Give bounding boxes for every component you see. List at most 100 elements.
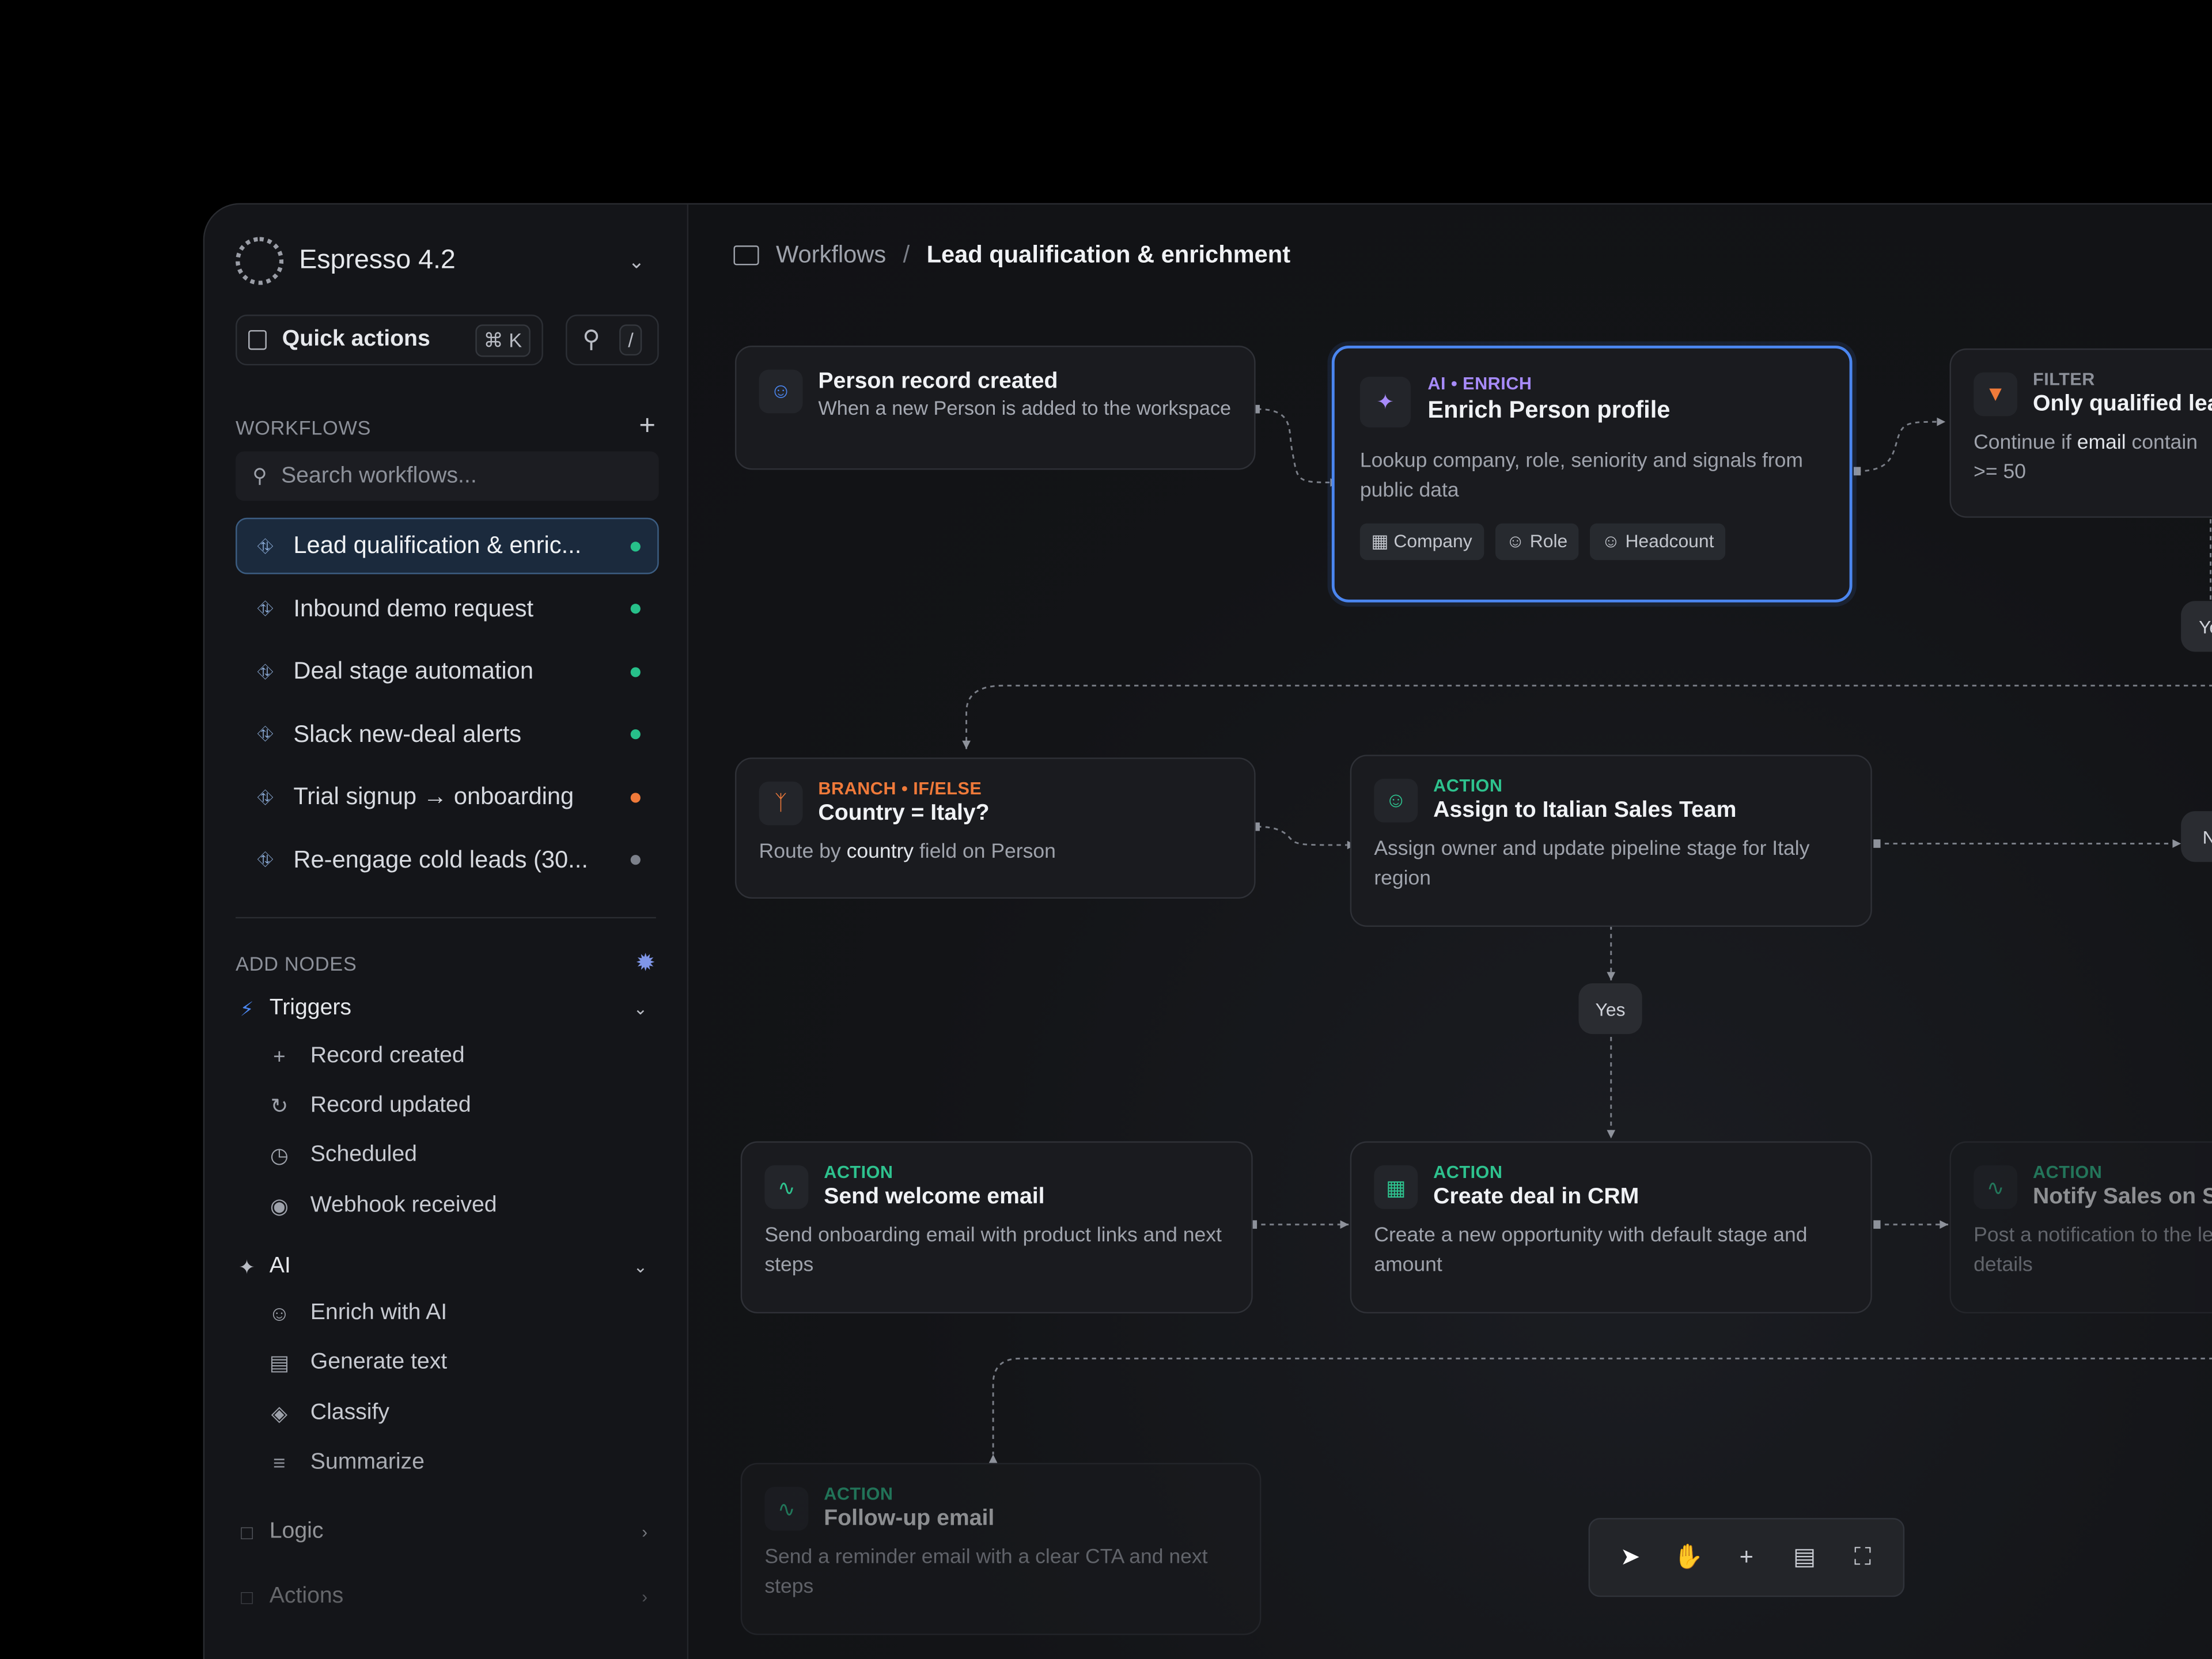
node-tag: ACTION — [2033, 1162, 2103, 1183]
node-option-label: Webhook received — [310, 1193, 497, 1218]
handle-dot — [1853, 467, 1861, 476]
chip-company[interactable]: ▦ Company — [1359, 523, 1484, 560]
node-followup-email[interactable]: ∿ ACTION Follow-up email Send a reminder… — [740, 1463, 1262, 1635]
clock-icon: ◷ — [270, 1144, 289, 1168]
node-title: Enrich Person profile — [1427, 396, 1671, 423]
workflows-title: WORKFLOWS — [235, 415, 372, 438]
node-title: Follow-up email — [824, 1506, 995, 1531]
node-description: Create a new opportunity with default st… — [1374, 1224, 1808, 1277]
status-dot — [630, 729, 641, 740]
node-tag: ACTION — [1433, 775, 1503, 796]
workflow-search-input[interactable]: ⚲ Search workflows... — [235, 451, 659, 501]
group-triggers[interactable]: ⚡ Triggers ⌄ — [236, 996, 656, 1021]
node-tag: AI • ENRICH — [1427, 373, 1532, 394]
search-shortcut: / — [619, 324, 642, 356]
status-dot — [630, 666, 641, 677]
plus-icon[interactable]: + — [1722, 1533, 1770, 1581]
node-option[interactable]: ◈ Classify — [267, 1401, 389, 1426]
chevron-down-icon[interactable]: ⌄ — [633, 999, 656, 1018]
search-button[interactable]: ⚲ / — [566, 315, 659, 366]
sparkles-icon: ✦ — [1359, 376, 1411, 428]
edge-crm-followup — [992, 1357, 2212, 1455]
workflow-label: Lead qualification & enric... — [293, 532, 582, 559]
chevron-right-icon[interactable]: › — [642, 1587, 656, 1607]
workspace-switcher[interactable]: Espresso 4.2 ⌄ — [235, 236, 656, 286]
gear-icon[interactable]: ✹ — [635, 949, 656, 978]
node-enrich[interactable]: ✦ AI • ENRICH Enrich Person profile Look… — [1331, 346, 1853, 603]
tag-icon: ◈ — [271, 1402, 288, 1426]
app-window: Espresso 4.2 ⌄ Quick actions ⌘ K ⚲ / WOR… — [203, 203, 2212, 1659]
workflow-canvas[interactable]: Workflows / Lead qualification & enrichm… — [688, 204, 2212, 1659]
workflow-item[interactable]: ⛗ Trial signup → onboarding — [236, 769, 659, 825]
quick-actions-button[interactable]: Quick actions ⌘ K — [235, 315, 543, 366]
node-option[interactable]: ◉ Webhook received — [267, 1194, 497, 1219]
arrowhead — [2172, 839, 2181, 848]
node-description: Send onboarding email with product links… — [764, 1224, 1222, 1277]
node-option[interactable]: ☺ Enrich with AI — [267, 1301, 447, 1326]
workflow-item[interactable]: ⛗ Inbound demo request — [236, 581, 659, 637]
group-actions[interactable]: □ Actions › — [236, 1584, 656, 1609]
workspace-logo — [235, 237, 284, 285]
node-branch[interactable]: ᛉ BRANCH • IF/ELSE Country = Italy? Rout… — [734, 757, 1256, 899]
desc-part: Continue if — [1974, 431, 2071, 454]
node-notify[interactable]: ∿ ACTION Notify Sales on S Post a notifi… — [1949, 1141, 2212, 1314]
edge-branch-assign — [1257, 825, 1347, 846]
node-description: When a new Person is added to the worksp… — [818, 396, 1232, 419]
node-option-label: Classify — [310, 1400, 389, 1425]
sidebar-divider — [235, 916, 656, 919]
node-option[interactable]: ▤ Generate text — [267, 1350, 448, 1376]
node-title: Create deal in CRM — [1433, 1185, 1639, 1209]
workflow-item[interactable]: ⛗ Deal stage automation — [236, 643, 659, 700]
add-workflow-icon[interactable]: + — [639, 411, 656, 443]
node-tag: ACTION — [1433, 1162, 1503, 1183]
fullscreen-icon[interactable]: ⛶ — [1839, 1533, 1887, 1581]
chevron-down-icon[interactable]: ⌄ — [633, 1257, 656, 1277]
plus-icon: + — [273, 1044, 286, 1069]
bolt-icon: ⚡ — [240, 997, 254, 1020]
node-option[interactable]: ≡ Summarize — [267, 1450, 425, 1476]
cursor-icon[interactable]: ➤ — [1606, 1533, 1654, 1581]
node-option[interactable]: ↻ Record updated — [267, 1093, 471, 1119]
workspace-name: Espresso 4.2 — [299, 245, 456, 275]
edge-label-no: N — [2181, 811, 2212, 862]
node-option[interactable]: + Record created — [267, 1044, 465, 1069]
edge-label-text: Ye — [2199, 615, 2212, 637]
node-tag: BRANCH • IF/ELSE — [818, 778, 982, 799]
arrowhead — [1607, 972, 1616, 981]
desc-part: field on Person — [919, 840, 1056, 863]
workflow-item[interactable]: ⛗ Slack new-deal alerts — [236, 706, 659, 763]
document-icon[interactable]: ▤ — [1781, 1533, 1828, 1581]
flow-icon: ∿ — [764, 1165, 809, 1209]
node-assign[interactable]: ☺ ACTION Assign to Italian Sales Team As… — [1350, 755, 1872, 927]
sidebar: Espresso 4.2 ⌄ Quick actions ⌘ K ⚲ / WOR… — [204, 204, 689, 1659]
arrowhead — [962, 740, 971, 749]
workflow-label: Inbound demo request — [293, 594, 534, 622]
node-filter[interactable]: ▼ FILTER Only qualified lea Continue if … — [1949, 348, 2212, 518]
handle-dot — [1873, 1220, 1881, 1229]
node-option[interactable]: ◷ Scheduled — [267, 1143, 417, 1168]
status-dot — [630, 792, 641, 802]
edge-label-yes: Ye — [2181, 601, 2212, 652]
chip-label: Headcount — [1625, 530, 1714, 552]
group-ai[interactable]: ✦ AI ⌄ — [236, 1254, 656, 1279]
group-logic[interactable]: □ Logic › — [236, 1520, 656, 1545]
workflow-item[interactable]: ⛗ Re-engage cold leads (30... — [236, 832, 659, 888]
chip-role[interactable]: ☺ Role — [1494, 523, 1579, 560]
chevron-down-icon[interactable]: ⌄ — [628, 249, 656, 273]
node-crm[interactable]: ▦ ACTION Create deal in CRM Create a new… — [1350, 1141, 1872, 1314]
book-icon — [248, 330, 267, 350]
node-description: Assign owner and update pipeline stage f… — [1374, 838, 1810, 891]
node-welcome-email[interactable]: ∿ ACTION Send welcome email Send onboard… — [740, 1141, 1253, 1314]
node-trigger[interactable]: ☺ Person record created When a new Perso… — [734, 346, 1256, 470]
desc-part: contain — [2131, 431, 2198, 454]
workflow-label: Deal stage automation — [293, 657, 533, 684]
workflow-item[interactable]: ⛗ Lead qualification & enric... — [235, 517, 659, 574]
quick-actions-label: Quick actions — [282, 327, 430, 351]
search-icon: ⚲ — [582, 325, 600, 353]
chevron-right-icon[interactable]: › — [642, 1522, 656, 1541]
hand-icon[interactable]: ✋ — [1664, 1533, 1712, 1581]
chip-headcount[interactable]: ☺ Headcount — [1590, 523, 1726, 560]
node-title: Notify Sales on S — [2033, 1185, 2212, 1209]
workflow-icon: ⛗ — [257, 722, 274, 745]
node-option-label: Enrich with AI — [310, 1300, 448, 1325]
